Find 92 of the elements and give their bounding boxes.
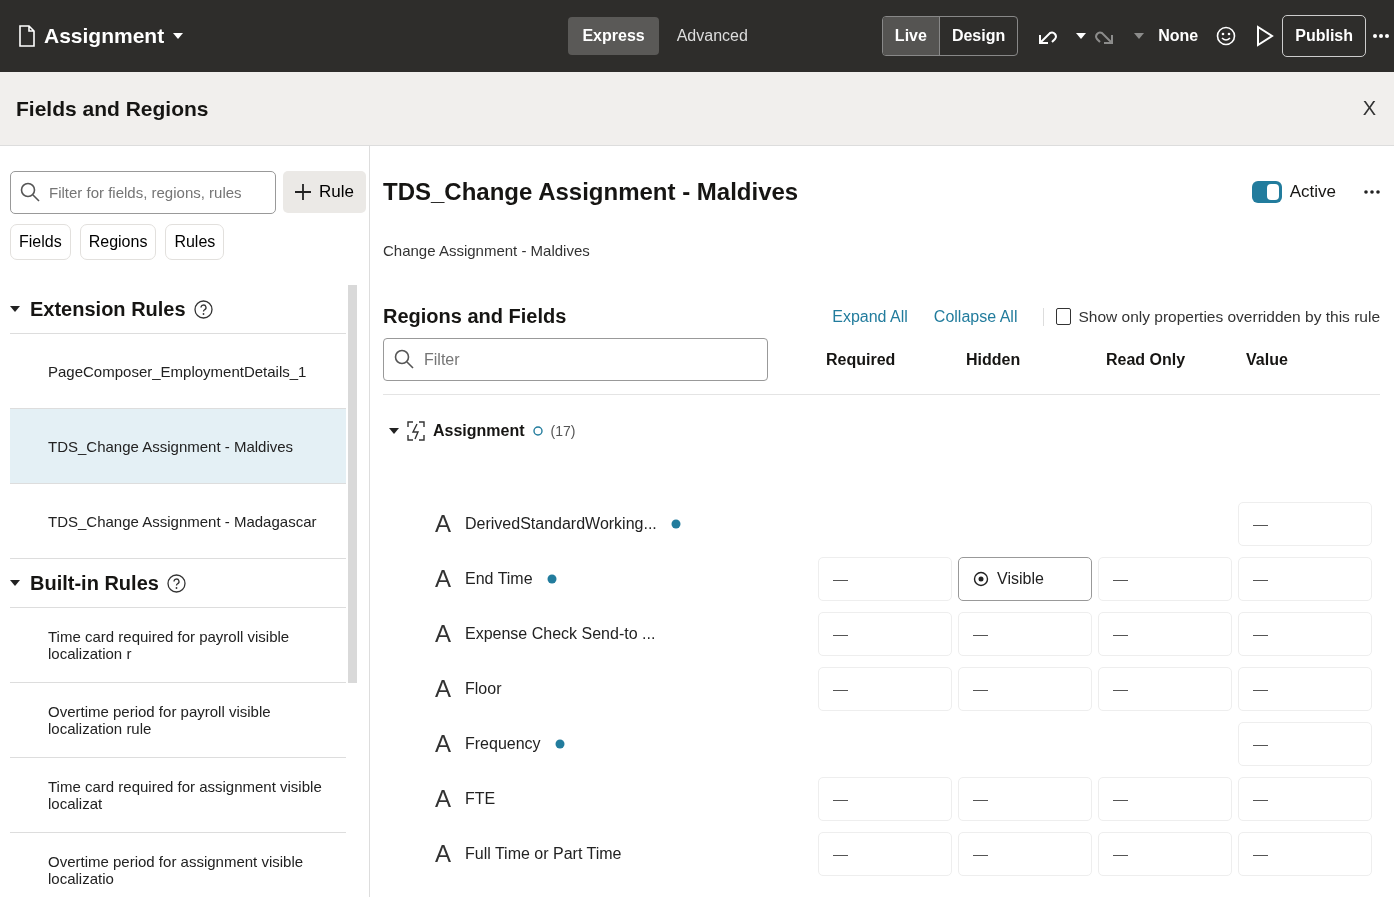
publish-button[interactable]: Publish [1282,15,1366,57]
mode-tab[interactable]: Express [568,17,659,55]
caret-icon [1134,33,1145,39]
field-name: Frequency [465,734,541,753]
field-type-icon: A [435,564,451,593]
table-cell[interactable]: — [1098,556,1232,601]
table-cell[interactable]: — [1098,831,1232,876]
visibility-select[interactable]: Visible [958,556,1092,601]
view-toggle[interactable]: Design [938,17,1018,55]
field-count: (17) [550,423,576,439]
region-name: Assignment [433,422,525,440]
sandbox-label[interactable]: None [1158,27,1199,45]
rule-title: TDS_Change Assignment - Maldives [383,178,800,206]
field-name: FTE [465,789,496,808]
caret-icon [1076,33,1087,39]
ring-icon [532,426,543,436]
caret-icon[interactable] [172,32,185,40]
table-cell[interactable]: — [1098,776,1232,821]
field-type-icon: A [435,674,451,703]
more-icon[interactable] [1372,33,1390,39]
plus-icon [295,184,311,200]
help-icon [166,573,186,593]
column-header: Hidden [965,350,1022,369]
expand-toggle[interactable] [389,426,399,436]
collapse-icon [389,426,399,436]
filter-chip[interactable]: Rules [165,224,225,260]
close-button[interactable]: X [1358,95,1380,122]
document-icon [18,25,36,47]
field-name: Floor [465,679,502,698]
table-cell[interactable]: — [958,831,1092,876]
collapse-icon [10,578,20,588]
checkbox-label: Show only properties overridden by this rule [1078,307,1380,326]
expand-toggle[interactable] [10,578,22,588]
expand-all-link[interactable]: Expand All [832,307,908,326]
table-cell[interactable]: — [1238,501,1372,546]
region-icon [407,421,425,441]
section-title: Regions and Fields [383,305,568,328]
target-icon [973,570,989,587]
column-header: Required [825,350,897,369]
table-cell[interactable]: — [818,831,952,876]
help-icon [193,299,213,319]
field-name: Full Time or Part Time [465,844,622,863]
search-icon [20,182,40,202]
collapse-all-link[interactable]: Collapse All [933,307,1018,326]
scrollbar[interactable] [348,285,357,683]
group-title: Extension Rules [30,297,186,321]
field-name: End Time [465,569,533,588]
table-cell[interactable]: — [818,776,952,821]
table-cell[interactable]: — [818,556,952,601]
search-icon [394,349,414,369]
panel-title: Fields and Regions [16,96,209,121]
field-type-icon: A [435,839,451,868]
table-cell[interactable]: — [958,611,1092,656]
active-switch[interactable] [1251,181,1282,203]
mode-tab[interactable]: Advanced [662,17,762,55]
field-name: Expense Check Send-to ... [465,624,656,643]
table-cell[interactable]: — [818,611,952,656]
add-rule-button[interactable]: Rule [283,171,366,213]
table-cell[interactable]: — [1238,776,1372,821]
table-cell[interactable]: — [1238,721,1372,766]
field-type-icon: A [435,509,451,538]
table-cell[interactable]: — [1238,556,1372,601]
filter-chip[interactable]: Fields [10,224,71,260]
switch-label: Active [1289,182,1336,202]
filter-chip[interactable]: Regions [79,224,157,260]
collapse-icon [10,304,20,314]
group-title: Built-in Rules [30,571,159,595]
table-cell[interactable]: — [1238,666,1372,711]
filter-field[interactable]: Filter [383,338,768,381]
table-cell[interactable]: — [1238,831,1372,876]
smiley-icon[interactable] [1216,26,1237,46]
field-type-icon: A [435,729,451,758]
table-cell[interactable]: — [818,666,952,711]
rule-item[interactable]: TDS_Change Assignment - Maldives [10,409,346,484]
checkbox[interactable] [1056,308,1072,325]
view-toggle[interactable]: Live [882,17,939,55]
table-cell[interactable]: — [1238,611,1372,656]
play-icon[interactable] [1256,25,1275,47]
field-name: DerivedStandardWorking... [465,514,657,533]
rule-description: Change Assignment - Maldives [383,242,591,259]
field-type-icon: A [435,784,451,813]
column-header: Value [1245,350,1289,369]
field-type-icon: A [435,619,451,648]
table-cell[interactable]: — [1098,611,1232,656]
page-title: Assignment [44,24,165,48]
expand-toggle[interactable] [10,304,22,314]
table-cell[interactable]: — [958,776,1092,821]
column-header: Read Only [1105,350,1187,369]
table-cell[interactable]: — [958,666,1092,711]
table-cell[interactable]: — [1098,666,1232,711]
search-field[interactable]: Filter for fields, regions, rules [10,171,276,214]
more-icon[interactable] [1364,190,1380,194]
